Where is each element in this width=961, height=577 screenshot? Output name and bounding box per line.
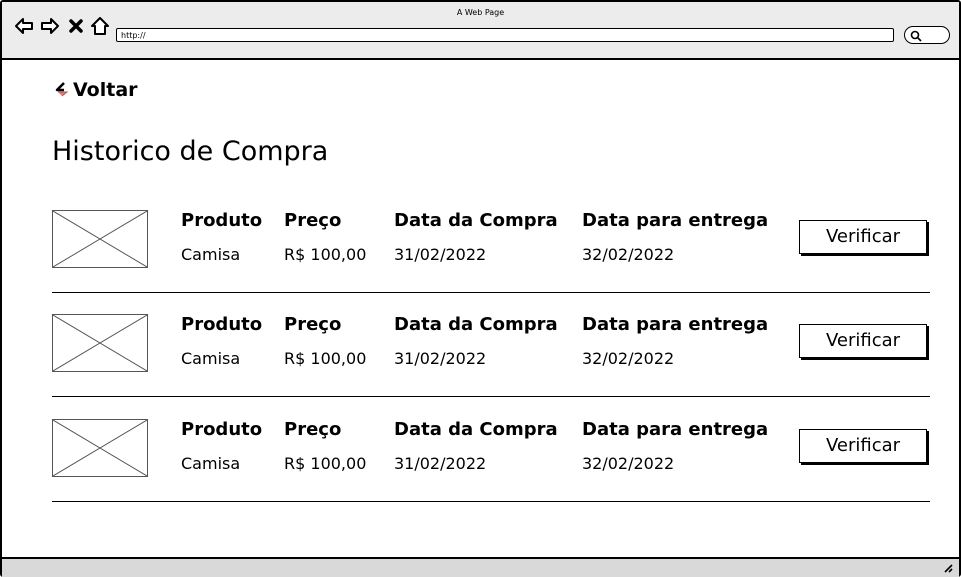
preco-value: R$ 100,00 bbox=[284, 454, 367, 473]
purchase-row: Produto Camisa Preço R$ 100,00 Data da C… bbox=[52, 314, 930, 418]
resize-grip-icon[interactable] bbox=[941, 561, 953, 573]
row-divider bbox=[52, 396, 930, 397]
produto-value: Camisa bbox=[181, 349, 241, 368]
data-compra-column: Data da Compra 31/02/2022 bbox=[394, 314, 558, 368]
preco-header: Preço bbox=[284, 314, 342, 335]
data-entrega-header: Data para entrega bbox=[582, 210, 769, 231]
page-content: Voltar Historico de Compra Produto Camis… bbox=[2, 60, 959, 557]
data-compra-header: Data da Compra bbox=[394, 419, 558, 440]
data-compra-header: Data da Compra bbox=[394, 314, 558, 335]
data-entrega-column: Data para entrega 32/02/2022 bbox=[582, 419, 768, 473]
produto-header: Produto bbox=[181, 419, 263, 440]
data-compra-value: 31/02/2022 bbox=[394, 245, 487, 264]
data-compra-value: 31/02/2022 bbox=[394, 454, 487, 473]
status-bar bbox=[2, 557, 959, 577]
data-compra-header: Data da Compra bbox=[394, 210, 558, 231]
verificar-button[interactable]: Verificar bbox=[799, 324, 927, 358]
url-field[interactable]: http:// bbox=[116, 28, 894, 42]
product-image-placeholder bbox=[52, 210, 148, 268]
preco-value: R$ 100,00 bbox=[284, 245, 367, 264]
back-arrow-icon bbox=[55, 82, 69, 97]
verificar-button[interactable]: Verificar bbox=[799, 220, 927, 254]
purchase-row: Produto Camisa Preço R$ 100,00 Data da C… bbox=[52, 419, 930, 523]
product-image-placeholder bbox=[52, 314, 148, 372]
produto-column: Produto Camisa bbox=[181, 314, 262, 368]
data-entrega-value: 32/02/2022 bbox=[582, 454, 675, 473]
data-entrega-column: Data para entrega 32/02/2022 bbox=[582, 210, 768, 264]
data-entrega-column: Data para entrega 32/02/2022 bbox=[582, 314, 768, 368]
voltar-label: Voltar bbox=[73, 79, 138, 101]
produto-column: Produto Camisa bbox=[181, 210, 262, 264]
preco-column: Preço R$ 100,00 bbox=[284, 419, 366, 473]
produto-value: Camisa bbox=[181, 454, 241, 473]
close-icon[interactable] bbox=[66, 16, 86, 36]
data-entrega-value: 32/02/2022 bbox=[582, 245, 675, 264]
data-entrega-header: Data para entrega bbox=[582, 419, 769, 440]
window-title: A Web Page bbox=[456, 8, 505, 17]
preco-value: R$ 100,00 bbox=[284, 349, 367, 368]
voltar-link[interactable]: Voltar bbox=[54, 79, 138, 101]
row-divider bbox=[52, 501, 930, 502]
browser-window: A Web Page http:// Voltar Historico de C… bbox=[0, 0, 961, 577]
produto-header: Produto bbox=[181, 210, 263, 231]
produto-column: Produto Camisa bbox=[181, 419, 262, 473]
verificar-button[interactable]: Verificar bbox=[799, 429, 927, 463]
preco-column: Preço R$ 100,00 bbox=[284, 314, 366, 368]
search-icon bbox=[910, 30, 922, 42]
arrow-left-icon[interactable] bbox=[14, 16, 34, 36]
data-compra-value: 31/02/2022 bbox=[394, 349, 487, 368]
page-title: Historico de Compra bbox=[52, 136, 329, 167]
home-icon[interactable] bbox=[90, 16, 110, 36]
preco-header: Preço bbox=[284, 419, 342, 440]
purchase-row: Produto Camisa Preço R$ 100,00 Data da C… bbox=[52, 210, 930, 314]
produto-header: Produto bbox=[181, 314, 263, 335]
row-divider bbox=[52, 292, 930, 293]
data-compra-column: Data da Compra 31/02/2022 bbox=[394, 210, 558, 264]
search-field[interactable] bbox=[904, 26, 950, 44]
data-entrega-value: 32/02/2022 bbox=[582, 349, 675, 368]
preco-column: Preço R$ 100,00 bbox=[284, 210, 366, 264]
browser-toolbar: A Web Page http:// bbox=[2, 2, 959, 60]
arrow-right-icon[interactable] bbox=[40, 16, 60, 36]
preco-header: Preço bbox=[284, 210, 342, 231]
produto-value: Camisa bbox=[181, 245, 241, 264]
data-compra-column: Data da Compra 31/02/2022 bbox=[394, 419, 558, 473]
product-image-placeholder bbox=[52, 419, 148, 477]
data-entrega-header: Data para entrega bbox=[582, 314, 769, 335]
